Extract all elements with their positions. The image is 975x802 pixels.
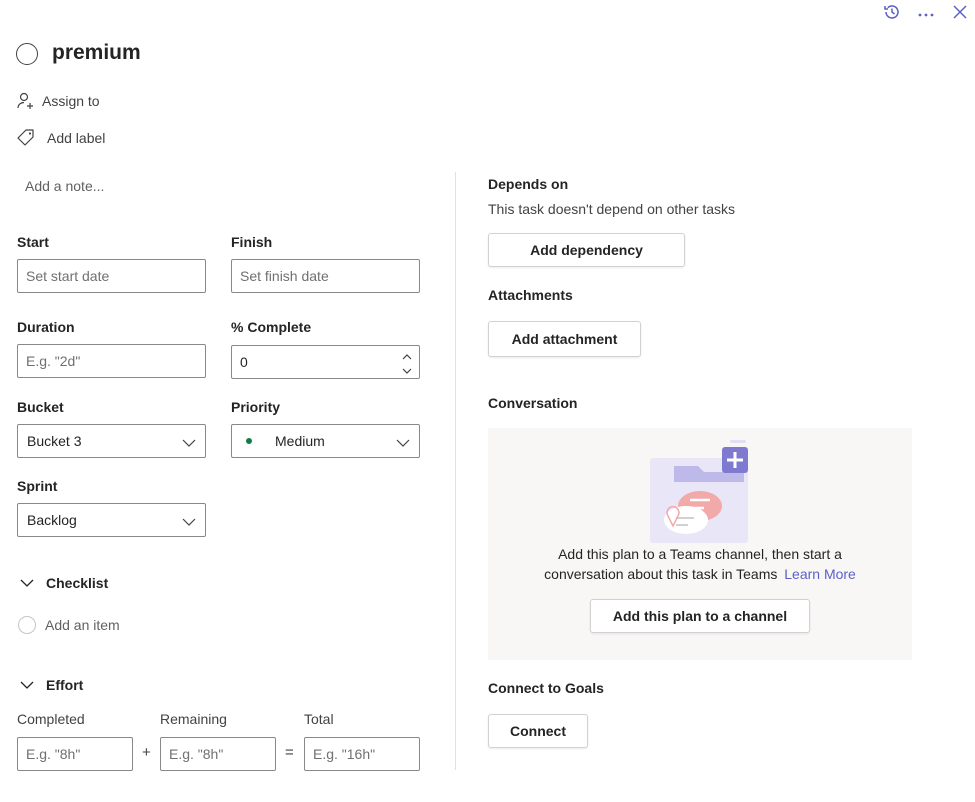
total-placeholder: E.g. "16h" xyxy=(313,746,376,762)
sprint-dropdown[interactable]: Backlog xyxy=(17,503,206,537)
completed-placeholder: E.g. "8h" xyxy=(26,746,81,762)
remaining-effort-field[interactable]: E.g. "8h" xyxy=(160,737,276,771)
conversation-message-line1: Add this plan to a Teams channel, then s… xyxy=(558,546,842,562)
bucket-dropdown[interactable]: Bucket 3 xyxy=(17,424,206,458)
chevron-down-icon xyxy=(396,435,410,451)
assign-to-label: Assign to xyxy=(42,93,100,109)
percent-complete-label: % Complete xyxy=(231,319,312,335)
tag-icon xyxy=(16,128,36,148)
add-checklist-item[interactable]: Add an item xyxy=(18,615,120,635)
completed-label: Completed xyxy=(17,711,85,727)
conversation-message-line2: conversation about this task in Teams xyxy=(544,566,778,582)
effort-toggle[interactable]: Effort xyxy=(20,675,83,695)
bucket-label: Bucket xyxy=(17,399,64,415)
add-dependency-button[interactable]: Add dependency xyxy=(488,233,685,267)
add-attachment-button[interactable]: Add attachment xyxy=(488,321,641,357)
percent-complete-value: 0 xyxy=(240,354,248,370)
finish-date-field[interactable]: Set finish date xyxy=(231,259,420,293)
duration-field[interactable]: E.g. "2d" xyxy=(17,344,206,378)
chevron-down-icon xyxy=(182,435,196,451)
priority-dropdown[interactable]: Medium xyxy=(231,424,420,458)
remaining-label: Remaining xyxy=(160,711,227,727)
priority-dot-icon xyxy=(246,438,252,444)
conversation-panel: Add this plan to a Teams channel, then s… xyxy=(488,428,912,660)
stepper-arrows[interactable] xyxy=(401,348,413,376)
depends-on-description: This task doesn't depend on other tasks xyxy=(488,201,736,217)
bucket-value: Bucket 3 xyxy=(27,433,82,449)
add-plan-to-channel-button[interactable]: Add this plan to a channel xyxy=(590,599,810,633)
finish-date-placeholder: Set finish date xyxy=(240,268,329,284)
attachments-title: Attachments xyxy=(488,287,573,303)
column-divider xyxy=(455,172,456,770)
notes-placeholder: Add a note... xyxy=(25,178,105,194)
add-label-text: Add label xyxy=(47,130,106,146)
start-label: Start xyxy=(17,234,49,250)
more-icon xyxy=(917,5,935,21)
close-button[interactable] xyxy=(948,2,972,24)
item-circle-icon xyxy=(18,616,36,634)
duration-label: Duration xyxy=(17,319,75,335)
total-effort-field[interactable]: E.g. "16h" xyxy=(304,737,420,771)
remaining-placeholder: E.g. "8h" xyxy=(169,746,224,762)
completed-effort-field[interactable]: E.g. "8h" xyxy=(17,737,133,771)
chevron-down-icon xyxy=(182,514,196,530)
add-label-button[interactable]: Add label xyxy=(16,127,105,149)
close-icon xyxy=(952,4,968,23)
priority-label: Priority xyxy=(231,399,281,415)
priority-value: Medium xyxy=(275,433,325,449)
conversation-message: Add this plan to a Teams channel, then s… xyxy=(488,544,912,584)
start-date-placeholder: Set start date xyxy=(26,268,110,284)
chevron-down-icon xyxy=(20,575,34,591)
complete-task-checkbox[interactable] xyxy=(16,43,38,65)
connect-button[interactable]: Connect xyxy=(488,714,588,748)
task-title[interactable]: premium xyxy=(52,41,141,65)
history-icon xyxy=(882,2,902,25)
conversation-title: Conversation xyxy=(488,395,578,411)
equals-sign: = xyxy=(285,744,294,761)
sprint-value: Backlog xyxy=(27,512,77,528)
more-options-button[interactable] xyxy=(914,2,938,24)
chevron-down-icon xyxy=(20,677,34,693)
depends-on-title: Depends on xyxy=(488,176,569,192)
effort-title: Effort xyxy=(46,677,84,693)
add-item-placeholder: Add an item xyxy=(45,617,120,633)
percent-complete-stepper[interactable]: 0 xyxy=(231,345,420,379)
sprint-label: Sprint xyxy=(17,478,58,494)
connect-to-goals-title: Connect to Goals xyxy=(488,680,604,696)
history-button[interactable] xyxy=(880,2,904,24)
checklist-title: Checklist xyxy=(46,575,109,591)
learn-more-link[interactable]: Learn More xyxy=(784,566,856,582)
checklist-toggle[interactable]: Checklist xyxy=(20,573,108,593)
notes-field[interactable]: Add a note... xyxy=(16,178,436,202)
start-date-field[interactable]: Set start date xyxy=(17,259,206,293)
conversation-illustration-icon xyxy=(650,438,750,543)
total-label: Total xyxy=(304,711,334,727)
assign-to-button[interactable]: Assign to xyxy=(16,90,100,112)
chevron-down-icon[interactable] xyxy=(401,363,413,379)
person-add-icon xyxy=(16,91,36,111)
plus-sign: + xyxy=(142,744,151,761)
duration-placeholder: E.g. "2d" xyxy=(26,353,81,369)
finish-label: Finish xyxy=(231,234,273,250)
conversation-message-line2-wrap: conversation about this task in Teams Le… xyxy=(488,564,912,584)
